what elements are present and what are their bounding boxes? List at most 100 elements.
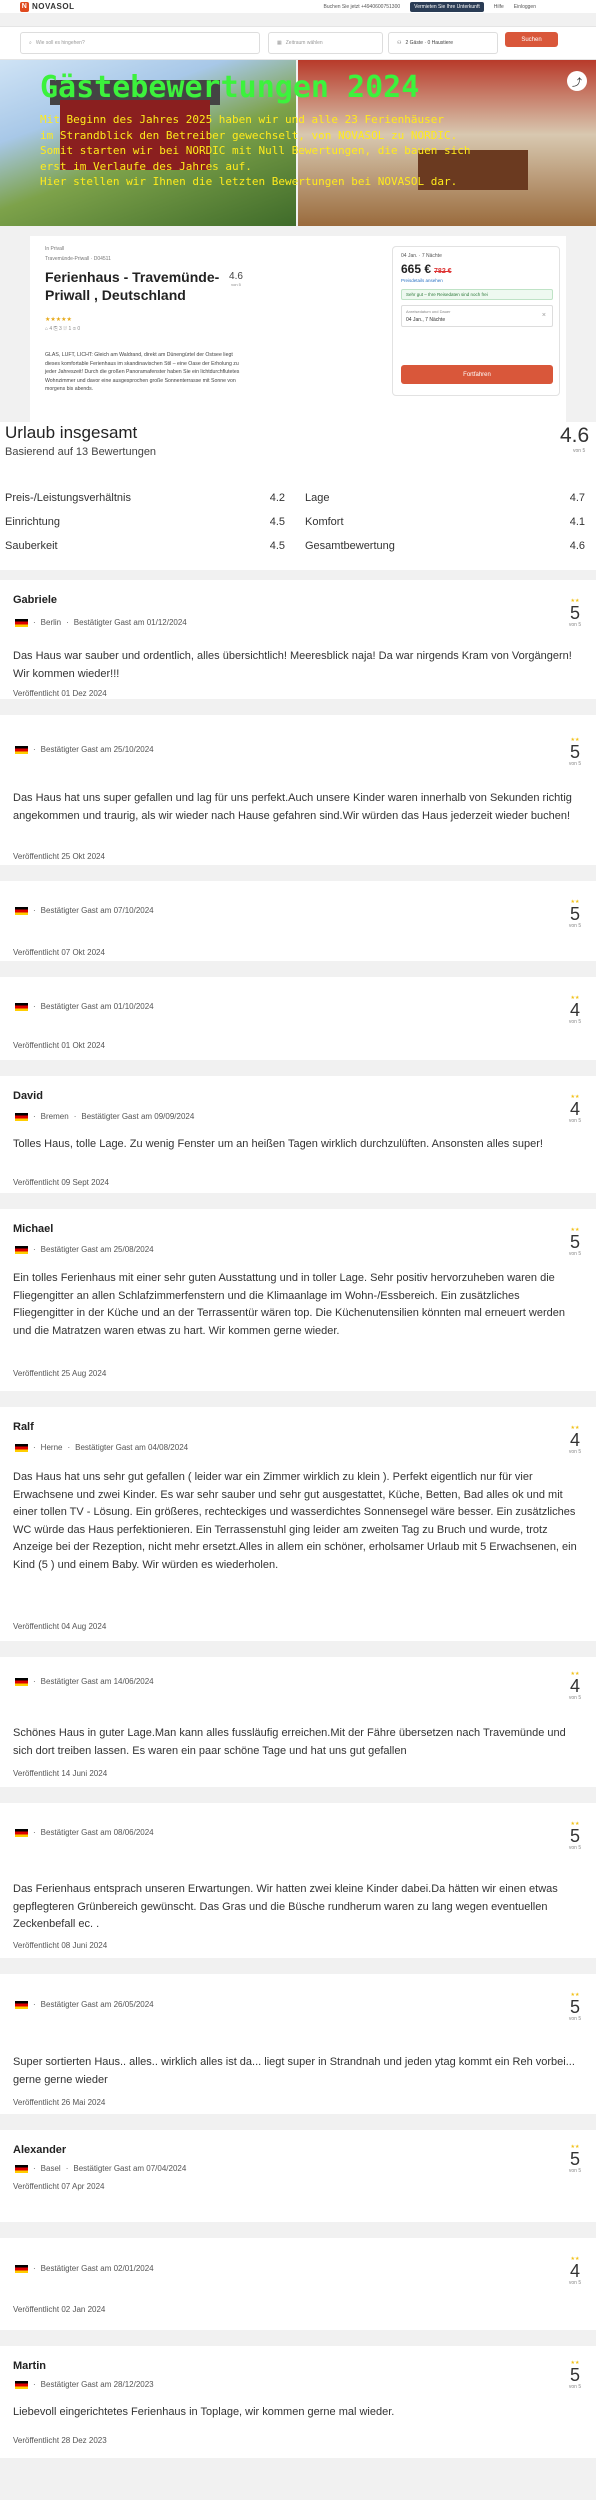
reviewer-info: · Bestätigter Gast am 28/12/2023 xyxy=(15,2380,154,2389)
clear-icon[interactable]: × xyxy=(542,312,546,319)
verified-guest: Bestätigter Gast am 09/09/2024 xyxy=(81,1112,195,1121)
review-score: ★★ 4 von 5 xyxy=(563,1425,587,1455)
logo[interactable]: N NOVASOL xyxy=(20,0,74,13)
review-score: ★★ 5 von 5 xyxy=(563,2144,587,2174)
score-value: 5 xyxy=(569,1232,580,1252)
old-price: 782 € xyxy=(434,268,452,275)
destination-input[interactable]: ⌕ Wie soll es hingehen? xyxy=(20,32,260,54)
published-date: Veröffentlicht 28 Dez 2023 xyxy=(13,2436,107,2445)
booking-dates: 04 Jan. · 7 Nächte xyxy=(401,253,442,259)
share-icon[interactable]: ⤴ xyxy=(567,71,587,91)
availability-note: Sehr gut – Ihre Reisedaten sind noch fre… xyxy=(401,289,553,300)
review-card: Ralf · Herne · Bestätigter Gast am 04/08/… xyxy=(0,1407,596,1641)
review-card: · Bestätigter Gast am 14/06/2024 Schönes… xyxy=(0,1657,596,1787)
property-title: Ferienhaus - Travemünde-Priwall , Deutsc… xyxy=(45,269,220,303)
german-flag-icon xyxy=(15,2380,28,2389)
review-card: David · Bremen · Bestätigter Gast am 09/0… xyxy=(0,1076,596,1193)
published-date: Veröffentlicht 01 Dez 2024 xyxy=(13,689,107,698)
help-link[interactable]: Hilfe xyxy=(494,4,504,10)
search-icon: ⌕ xyxy=(29,40,32,46)
score-scale: von 5 xyxy=(568,2168,582,2174)
summary-title: Urlaub insgesamt xyxy=(5,423,138,442)
guests-input[interactable]: ⚇ 2 Gäste · 0 Haustiere xyxy=(388,32,498,54)
german-flag-icon xyxy=(15,2000,28,2009)
reviewer-info: · Bestätigter Gast am 14/06/2024 xyxy=(15,1677,154,1686)
hero-line: Mit Beginn des Jahres 2025 haben wir und… xyxy=(40,113,444,126)
reviewer-info: · Berlin · Bestätigter Gast am 01/12/2024 xyxy=(15,618,187,627)
price-details-link[interactable]: Preisdetails ansehen xyxy=(401,278,443,283)
score-scale: von 5 xyxy=(568,1449,582,1455)
score-value: 5 xyxy=(569,1826,580,1846)
verified-guest: Bestätigter Gast am 26/05/2024 xyxy=(40,2000,154,2009)
dates-input[interactable]: ▦ Zeitraum wählen xyxy=(268,32,383,54)
published-date: Veröffentlicht 07 Okt 2024 xyxy=(13,948,105,957)
review-card: · Bestätigter Gast am 07/10/2024 Veröffe… xyxy=(0,881,596,961)
phone-link[interactable]: Buchen Sie jetzt +4940600751300 xyxy=(324,4,401,10)
field-value: 04 Jan., 7 Nächte xyxy=(406,317,446,323)
published-date: Veröffentlicht 14 Juni 2024 xyxy=(13,1769,108,1778)
continue-button[interactable]: Fortfahren xyxy=(401,365,553,384)
reviewer-city: Bremen xyxy=(40,1112,69,1121)
reviewer-name: Michael xyxy=(13,1223,54,1235)
german-flag-icon xyxy=(15,1245,28,1254)
summary-score: 4.6 xyxy=(560,424,590,447)
breadcrumb[interactable]: In Privall xyxy=(45,246,64,252)
review-score: ★★ 5 von 5 xyxy=(563,1227,587,1257)
review-card: · Bestätigter Gast am 08/06/2024 Das Fer… xyxy=(0,1803,596,1958)
category-label: Einrichtung xyxy=(5,516,61,528)
review-score: ★★ 5 von 5 xyxy=(563,737,587,767)
reviewer-info: · Bestätigter Gast am 02/01/2024 xyxy=(15,2264,154,2273)
booking-price: 665 €782 € xyxy=(401,262,452,276)
published-date: Veröffentlicht 01 Okt 2024 xyxy=(13,1041,105,1050)
verified-guest: Bestätigter Gast am 28/12/2023 xyxy=(40,2380,154,2389)
score-scale: von 5 xyxy=(568,761,582,767)
hero-notice: Mit Beginn des Jahres 2025 haben wir und… xyxy=(40,112,560,190)
published-date: Veröffentlicht 07 Apr 2024 xyxy=(13,2182,105,2191)
german-flag-icon xyxy=(15,1112,28,1121)
reviewer-name: Alexander xyxy=(13,2144,67,2156)
score-value: 4 xyxy=(569,1676,580,1696)
review-score: ★★ 5 von 5 xyxy=(563,899,587,929)
german-flag-icon xyxy=(15,906,28,915)
verified-guest: Bestätigter Gast am 01/12/2024 xyxy=(73,618,187,627)
category-value: 4.5 xyxy=(269,516,285,528)
category-row: Sauberkeit 4.5 xyxy=(5,540,285,552)
summary-score-scale: von 5 xyxy=(573,448,586,454)
published-date: Veröffentlicht 25 Okt 2024 xyxy=(13,852,105,861)
calendar-icon: ▦ xyxy=(277,40,282,46)
review-text: Das Haus hat uns super gefallen und lag … xyxy=(13,792,572,822)
search-button[interactable]: Suchen xyxy=(505,32,558,47)
reviewer-info: · Herne · Bestätigter Gast am 04/08/2024 xyxy=(15,1443,188,1452)
category-value: 4.6 xyxy=(569,540,585,552)
rating-value: 4.6 xyxy=(229,271,243,282)
category-row: Komfort 4.1 xyxy=(305,516,585,528)
category-label: Lage xyxy=(305,492,330,504)
star-rating: ★★★★★ xyxy=(45,317,72,323)
review-score: ★★ 5 von 5 xyxy=(563,1821,587,1851)
verified-guest: Bestätigter Gast am 04/08/2024 xyxy=(75,1443,189,1452)
review-score: ★★ 5 von 5 xyxy=(563,598,587,628)
hero-line: im Strandblick den Betreiber gewechselt,… xyxy=(40,128,458,142)
category-row: Preis-/Leistungsverhältnis 4.2 xyxy=(5,492,285,504)
reviewer-info: · Bestätigter Gast am 25/10/2024 xyxy=(15,745,154,754)
score-scale: von 5 xyxy=(568,2280,582,2286)
score-value: 5 xyxy=(569,904,580,924)
review-score: ★★ 4 von 5 xyxy=(563,2256,587,2286)
logo-text: NOVASOL xyxy=(32,2,75,11)
score-value: 5 xyxy=(569,2365,580,2385)
score-value: 4 xyxy=(569,1430,580,1450)
category-label: Sauberkeit xyxy=(5,540,58,552)
published-date: Veröffentlicht 25 Aug 2024 xyxy=(13,1369,107,1378)
score-value: 4 xyxy=(569,2261,580,2281)
verified-guest: Bestätigter Gast am 25/08/2024 xyxy=(40,1245,154,1254)
rent-out-button[interactable]: Vermieten Sie Ihre Unterkunft xyxy=(410,1,484,12)
login-link[interactable]: Einloggen xyxy=(514,4,536,10)
review-score: ★★ 5 von 5 xyxy=(563,2360,587,2390)
category-label: Gesamtbewertung xyxy=(305,540,395,552)
guests-icon: ⚇ xyxy=(397,40,402,46)
summary-subtitle: Basierend auf 13 Bewertungen xyxy=(5,446,157,458)
german-flag-icon xyxy=(15,2264,28,2273)
reviewer-name: David xyxy=(13,1090,43,1102)
date-duration-field[interactable]: Anreisedatum und Dauer 04 Jan., 7 Nächte… xyxy=(401,305,553,327)
verified-guest: Bestätigter Gast am 07/10/2024 xyxy=(40,906,154,915)
